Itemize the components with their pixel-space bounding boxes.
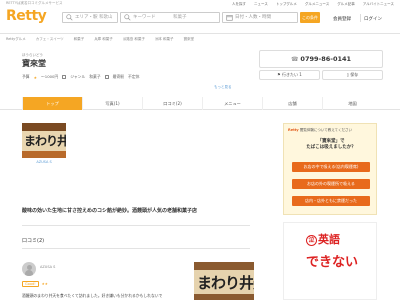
calendar-icon [226,15,233,21]
want-label: 行きたい [282,72,299,77]
tagline: RETTYは実名口コミグルメサービス [6,1,63,5]
ad-brand: Retty [288,128,299,132]
breadcrumb: Rettyグルメ カフェ・スイーツ 和菓子 兵庫 和菓子 淡路島 和菓子 洲本 … [6,37,194,42]
survey-header-text: 閲覧体験について教えてください [299,128,352,132]
save-button[interactable]: ▯ 保存 [322,70,383,80]
restaurant-meta: 予算 ★ 〜1000円 ジャンル 和菓子 最寄駅 不定休 [22,74,139,80]
breadcrumb-item[interactable]: Rettyグルメ [6,37,26,42]
genre-value[interactable]: 和菓子 [89,74,100,80]
budget-label: 予算 [22,74,30,79]
area-value: 和歌山 [99,15,113,20]
top-header: RETTYは実名口コミグルメサービス Retty 人を探す ニュース トップグル… [0,0,400,34]
ad-line2: できない [306,255,359,270]
keyword-search-input[interactable]: キーワード 和菓子 [120,12,220,23]
english-ad-banner[interactable]: 泣英語 できない [283,222,377,300]
photo-sign-text: まわり井 [24,134,66,148]
good-badge: Good! [22,281,39,287]
header-divider [360,14,361,22]
photo-sign-text: まわり井天 [197,274,254,292]
top-links: 人を探す ニュース トップグルメ グルメニュース グルメ記事 アルバイトニュース [232,2,394,7]
phone-icon: ☎ [290,56,299,63]
tab-store[interactable]: 店舗 [262,97,322,110]
restaurant-tabs: トップ 写真(1) 口コミ(2) メニュー 店舗 地図 [0,97,400,110]
area-placeholder: エリア・駅 [75,15,98,20]
phone-number: 0799-86-0141 [300,55,352,63]
ad-line1: 泣英語 [306,231,340,247]
phone-number-box[interactable]: ☎ 0799-86-0141 [259,50,383,68]
tag-icon [62,75,67,79]
survey-header: Retty 閲覧体験について教えてください [288,128,352,133]
breadcrumb-item[interactable]: 洲本 和菓子 [155,37,174,42]
ad-line1-text: 英語 [318,233,340,246]
keyword-placeholder: キーワード [133,15,156,20]
genre-label: ジャンル [70,74,86,79]
breadcrumb-item[interactable]: 兵庫 和菓子 [94,37,113,42]
reviewer-name[interactable]: AZUSA S [40,265,55,269]
area-search-input[interactable]: エリア・駅 和歌山 [62,12,118,23]
reviews-heading: 口コミ(2) [22,238,45,244]
top-link[interactable]: グルメ記事 [337,2,355,7]
star-icon: ★★ [41,282,48,286]
save-label: 保存 [350,72,359,77]
survey-option[interactable]: お店の中で吸える(店内喫煙席) [292,162,370,172]
breadcrumb-item: 寶來堂 [183,37,195,41]
ad-circle-mark: 泣 [306,234,317,246]
retty-logo[interactable]: Retty [6,8,47,24]
date-placeholder: 日付・人数・時間 [235,15,271,20]
budget-value: 〜1000円 [41,74,59,79]
breadcrumb-item[interactable]: カフェ・スイーツ [36,37,64,42]
top-link[interactable]: 人を探す [232,2,246,7]
search-icon [124,14,131,21]
date-party-input[interactable]: 日付・人数・時間 [222,12,298,23]
search-icon [66,14,73,21]
restaurant-description: 酸味の効いた生地に甘さ控えめのコシ餡が絶妙。酒饅頭が人気の老舗和菓子店 [22,208,198,214]
tab-map[interactable]: 地図 [322,97,382,110]
divider [22,248,250,249]
survey-question: 「寶來堂」で たばこは吸えましたか？ [306,139,356,150]
photo-roof [22,123,66,131]
survey-option[interactable]: お店の外の喫煙所で吸える [292,179,370,189]
calendar-icon [104,75,109,79]
tab-top[interactable]: トップ [22,97,82,110]
review-photo[interactable]: まわり井天 [194,262,254,300]
station-label: 最寄駅 [112,74,125,79]
review-rating: Good! ★★ [22,281,48,287]
restaurant-name: 寶來堂 [22,59,46,68]
photo-caption[interactable]: AZUSA S [22,160,66,164]
login-link[interactable]: ログイン [364,16,382,22]
review-text[interactable]: 酒饅頭のまわり井天を食べたくて訪れました。好き嫌いも分かれるかもしれないで [22,293,162,299]
star-icon: ★ [33,74,37,80]
want-to-go-button[interactable]: ⚑ 行きたい 1 [259,70,320,80]
station-value: 不定休 [128,74,140,79]
top-link[interactable]: トップグルメ [276,2,297,7]
restaurant-photo[interactable]: まわり井 [22,123,66,158]
tab-menu[interactable]: メニュー [202,97,262,110]
register-link[interactable]: 会員登録 [333,16,351,22]
survey-option[interactable]: 店内・店外ともに禁煙だった [292,196,370,206]
more-link[interactable]: もっと見る [214,85,232,90]
search-button[interactable]: この条件 [300,12,320,23]
tab-reviews[interactable]: 口コミ(2) [142,97,202,110]
avatar[interactable] [22,262,36,276]
want-count: 1 [299,72,302,77]
survey-ad: Retty 閲覧体験について教えてください 「寶來堂」で たばこは吸えましたか？… [283,123,377,215]
breadcrumb-item[interactable]: 和菓子 [74,37,85,42]
top-link[interactable]: ニュース [254,2,268,7]
top-link[interactable]: アルバイトニュース [363,2,394,7]
tab-photos[interactable]: 写真(1) [82,97,142,110]
breadcrumb-item[interactable]: 淡路島 和菓子 [123,37,145,42]
keyword-value: 和菓子 [173,15,187,20]
divider [22,225,250,226]
top-link[interactable]: グルメニュース [305,2,329,7]
